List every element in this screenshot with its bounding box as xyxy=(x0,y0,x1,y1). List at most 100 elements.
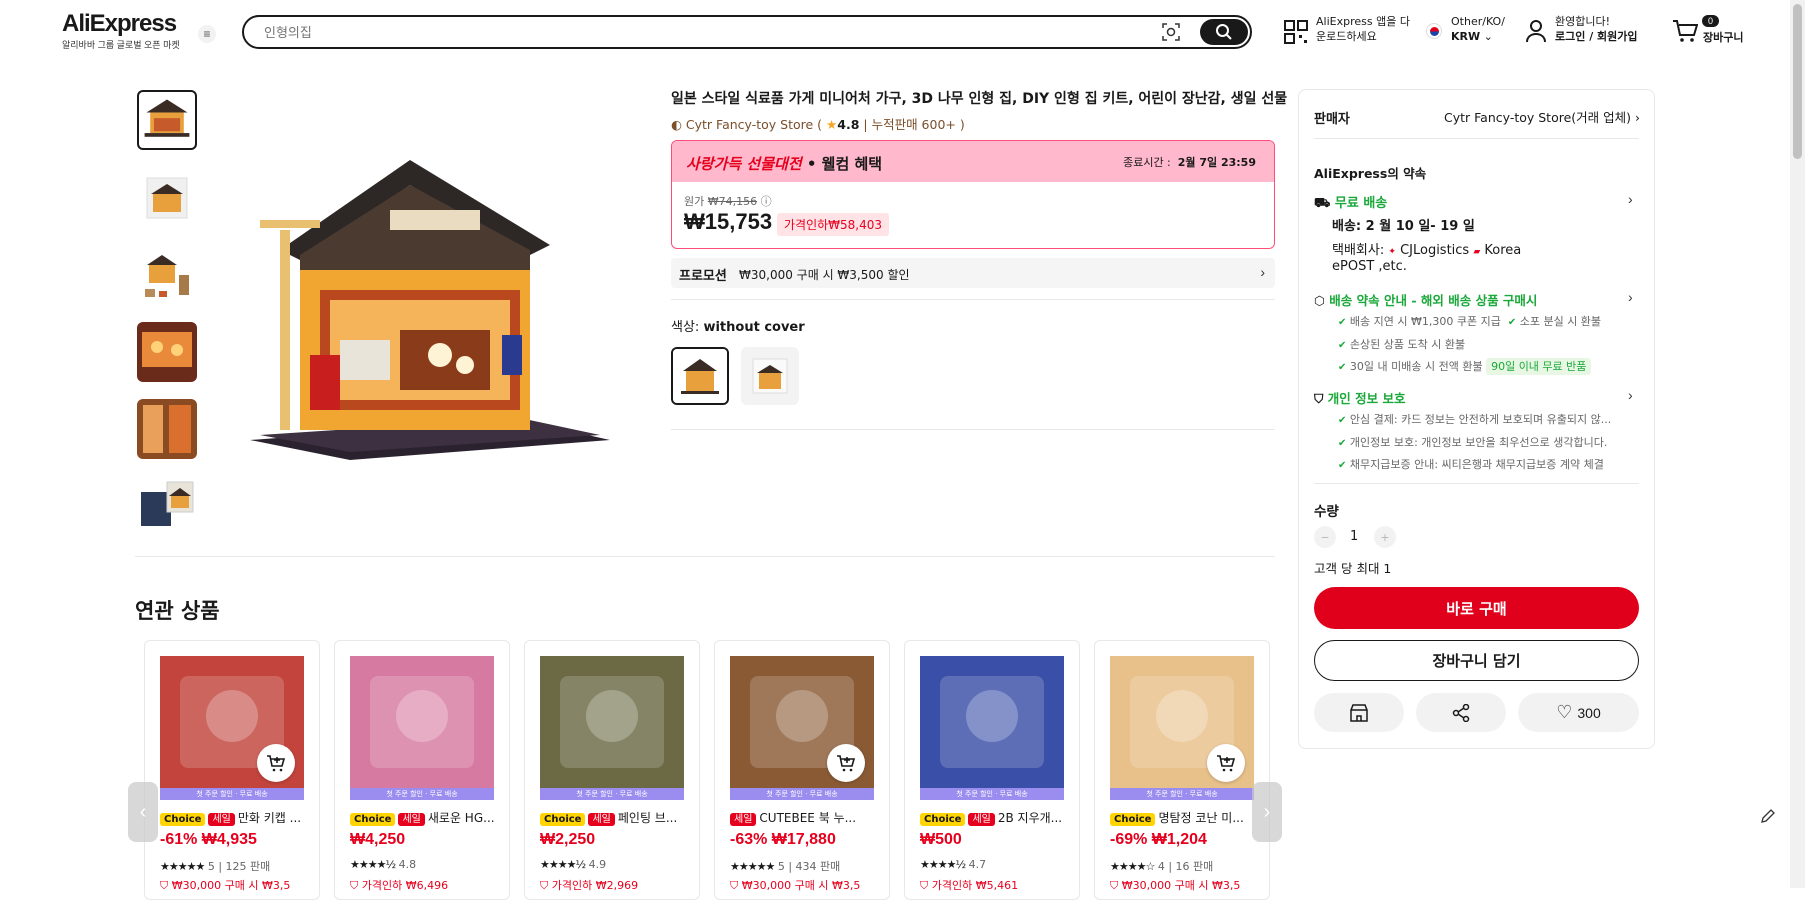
product-thumbnail[interactable] xyxy=(137,168,197,228)
carousel-next-button[interactable]: › xyxy=(1252,782,1282,842)
related-product-image[interactable] xyxy=(920,656,1064,788)
product-thumbnail[interactable] xyxy=(137,399,197,459)
menu-icon[interactable]: ≡ xyxy=(198,25,216,43)
add-to-cart-icon[interactable] xyxy=(257,744,295,782)
search-input[interactable] xyxy=(264,23,1144,43)
check-icon: ✔ xyxy=(1338,362,1347,373)
related-product-name[interactable]: Choice 세일 2B 지우개... xyxy=(920,809,1070,826)
cart-label[interactable]: 장바구니 xyxy=(1703,30,1743,45)
quantity-value[interactable]: 1 xyxy=(1350,529,1358,544)
color-option-with-cover[interactable] xyxy=(741,347,799,405)
info-icon[interactable]: ⓘ xyxy=(761,195,772,208)
promo-text: 가격인하 ₩6,496 xyxy=(361,879,449,892)
carrier-label: 택배회사: xyxy=(1332,243,1385,258)
scrollbar[interactable] xyxy=(1790,0,1805,888)
divider xyxy=(671,299,1275,300)
carrier-cj: CJLogistics xyxy=(1400,243,1470,258)
carousel-prev-button[interactable]: ‹ xyxy=(128,782,158,842)
user-icon[interactable] xyxy=(1525,19,1547,43)
cart-icon[interactable] xyxy=(1672,19,1698,43)
choice-badge: Choice xyxy=(350,813,396,826)
end-label: 종료시간 : xyxy=(1123,156,1171,169)
promotion-row[interactable]: 프로모션 ₩30,000 구매 시 ₩3,500 할인 › xyxy=(671,258,1275,288)
korea-flag-icon xyxy=(1426,23,1442,39)
product-thumbnail[interactable] xyxy=(137,90,197,150)
add-to-cart-icon[interactable] xyxy=(1207,744,1245,782)
privacy-text: 안심 결제: 카드 정보는 안전하게 보호되며 유출되지 않... xyxy=(1349,413,1612,426)
product-thumbnail[interactable] xyxy=(137,322,197,382)
color-option-image xyxy=(673,349,727,403)
chevron-right-icon[interactable]: › xyxy=(1628,191,1633,207)
sale-event-name: 사랑가득 선물대전 xyxy=(686,155,802,173)
color-option-without-cover[interactable] xyxy=(671,347,729,405)
buy-now-button[interactable]: 바로 구매 xyxy=(1314,587,1639,629)
quantity-increase-button[interactable]: + xyxy=(1374,526,1396,548)
product-photo xyxy=(560,676,664,768)
rating-value: 4.8 xyxy=(398,858,417,871)
related-product-name[interactable]: 세일 CUTEBEE 북 누... xyxy=(730,809,880,826)
edit-icon[interactable] xyxy=(1760,808,1776,824)
tag-icon: ⛉ xyxy=(1110,879,1119,892)
locale-selector[interactable]: Other/KO/ KRW ⌄ xyxy=(1451,14,1505,44)
chevron-right-icon[interactable]: › xyxy=(1628,289,1633,305)
product-title: 일본 스타일 식료품 가게 미니어처 가구, 3D 나무 인형 집, DIY 인… xyxy=(671,91,1288,107)
locale-text: Other/KO/ xyxy=(1451,15,1505,28)
related-product-name[interactable]: Choice 명탐정 코난 미... xyxy=(1110,809,1260,826)
product-main-image[interactable] xyxy=(240,140,620,460)
product-thumbnail[interactable] xyxy=(137,476,197,536)
sale-price: ₩15,753 xyxy=(684,209,773,234)
sold-count: | 125 판매 xyxy=(218,860,271,873)
related-product-card[interactable]: 첫 주문 할인 · 무료 배송 Choice 명탐정 코난 미... -69% ₩1,… xyxy=(1094,640,1270,900)
share-button[interactable] xyxy=(1416,693,1506,732)
privacy-text: 채무지급보증 안내: 씨티은행과 채무지급보증 계약 체결 xyxy=(1349,458,1604,471)
privacy-row[interactable]: ⛉ 개인 정보 보호 xyxy=(1314,388,1405,407)
product-thumbnail[interactable] xyxy=(137,245,197,305)
check-icon: ✔ xyxy=(1338,415,1347,426)
greeting-text: 환영합니다! xyxy=(1555,15,1611,28)
star-rating-icon: ★★★★½ xyxy=(350,858,396,871)
orig-label: 원가 xyxy=(684,195,705,208)
scrollbar-thumb[interactable] xyxy=(1793,4,1802,159)
product-name-text: CUTEBEE 북 누... xyxy=(759,811,857,825)
sale-panel: 사랑가득 선물대전 • 웰컴 혜택 종료시간 : 2월 7일 23:59 원가 … xyxy=(671,140,1275,249)
related-product-rating: ★★★★½ 4.9 xyxy=(540,858,606,871)
related-product-card[interactable]: 첫 주문 할인 · 무료 배송 Choice 세일 만화 키캡 ... -61% ₩4,… xyxy=(144,640,320,900)
search-button[interactable] xyxy=(1200,19,1248,45)
related-product-name[interactable]: Choice 세일 페인팅 브... xyxy=(540,809,690,826)
guarantee-row[interactable]: ⬡ 배송 약속 안내 - 해외 배송 상품 구매시 xyxy=(1314,290,1537,309)
check-icon: ✔ xyxy=(1338,340,1347,351)
app-download-link[interactable]: AliExpress 앱을 다 운로드하세요 xyxy=(1316,14,1410,44)
related-product-card[interactable]: 첫 주문 할인 · 무료 배송 Choice 세일 새로운 HG... ₩4,250 ★★… xyxy=(334,640,510,900)
related-product-promo: ⛉ ₩30,000 구매 시 ₩3,5 xyxy=(730,877,860,893)
promo-text: 가격인하 ₩2,969 xyxy=(551,879,639,892)
qr-code-icon[interactable] xyxy=(1284,20,1308,44)
store-button[interactable] xyxy=(1314,693,1404,732)
quantity-decrease-button[interactable]: − xyxy=(1314,526,1336,548)
related-product-card[interactable]: 첫 주문 할인 · 무료 배송 Choice 세일 2B 지우개... ₩500 ★★★★… xyxy=(904,640,1080,900)
logo[interactable]: AliExpress xyxy=(62,10,177,38)
related-product-name[interactable]: Choice 세일 만화 키캡 ... xyxy=(160,809,310,826)
guarantee-text: 소포 분실 시 환불 xyxy=(1519,315,1602,328)
free-shipping-row[interactable]: ⛟ 무료 배송 xyxy=(1314,192,1387,213)
related-product-name[interactable]: Choice 세일 새로운 HG... xyxy=(350,809,500,826)
chevron-right-icon[interactable]: › xyxy=(1628,387,1633,403)
add-to-cart-icon[interactable] xyxy=(827,744,865,782)
related-product-image[interactable] xyxy=(350,656,494,788)
related-product-image[interactable] xyxy=(540,656,684,788)
heart-icon: ♡ xyxy=(1556,702,1573,722)
tag-icon: ⛉ xyxy=(160,879,169,892)
sale-badge: 세일 xyxy=(208,813,235,826)
camera-search-icon[interactable] xyxy=(1162,23,1180,41)
store-link[interactable]: Cytr Fancy-toy Store xyxy=(686,117,813,132)
star-rating-icon: ★★★★½ xyxy=(540,858,586,871)
account-link[interactable]: 환영합니다! 로그인 / 회원가입 xyxy=(1555,14,1638,44)
korea-post-logo-icon: ▰ xyxy=(1473,247,1481,257)
store-info: ◐ Cytr Fancy-toy Store ( ★4.8 | 누적판매 600… xyxy=(671,117,965,132)
discount-badge: 가격인하₩58,403 xyxy=(777,213,890,236)
related-product-card[interactable]: 첫 주문 할인 · 무료 배송 세일 CUTEBEE 북 누... -63% ₩17,… xyxy=(714,640,890,900)
add-to-cart-button[interactable]: 장바구니 담기 xyxy=(1314,640,1639,681)
cj-logo-icon: ✦ xyxy=(1388,247,1396,257)
seller-link[interactable]: Cytr Fancy-toy Store(거래 업체) › xyxy=(1440,107,1640,126)
wishlist-button[interactable]: ♡ 300 xyxy=(1518,693,1639,732)
related-product-card[interactable]: 첫 주문 할인 · 무료 배송 Choice 세일 페인팅 브... ₩2,250 ★★★… xyxy=(524,640,700,900)
